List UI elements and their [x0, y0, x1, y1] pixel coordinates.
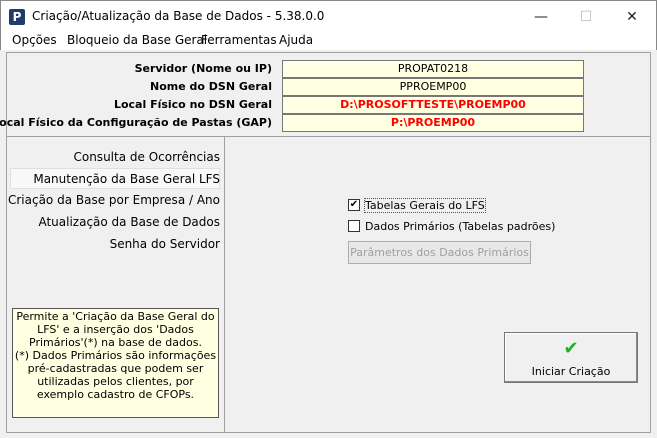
dsn-label: Nome do DSN Geral	[150, 80, 272, 93]
iniciar-criacao-label: Iniciar Criação	[531, 365, 611, 378]
server-field[interactable]: PROPAT0218	[282, 60, 584, 78]
info-box: Permite a 'Criação da Base Geral do LFS'…	[12, 308, 219, 418]
parametros-dados-primarios-button[interactable]: Parâmetros dos Dados Primários	[348, 241, 531, 264]
nav-senha-servidor[interactable]: Senha do Servidor	[110, 237, 220, 251]
tabelas-gerais-checkbox[interactable]: ✔	[348, 199, 360, 211]
menu-opcoes[interactable]: Opções	[12, 33, 57, 47]
nav-atualizacao-base[interactable]: Atualização da Base de Dados	[38, 215, 220, 229]
gap-path-label: Local Físico da Configuração de Pastas (…	[0, 116, 272, 129]
dsn-path-field[interactable]: D:\PROSOFTTESTE\PROEMP00	[282, 96, 584, 114]
server-label: Servidor (Nome ou IP)	[134, 62, 272, 75]
menu-bar: Opções Bloqueio da Base Geral Ferramenta…	[0, 31, 657, 50]
maximize-button[interactable]: ☐	[566, 5, 606, 29]
checkmark-icon: ✔	[563, 338, 579, 359]
app-icon: P	[9, 9, 25, 25]
divider	[6, 136, 651, 137]
minimize-button[interactable]: —	[521, 5, 561, 29]
divider	[224, 137, 225, 433]
title-bar: P Criação/Atualização da Base de Dados -…	[0, 0, 657, 31]
nav-criacao-base-empresa[interactable]: Criação da Base por Empresa / Ano	[8, 193, 220, 207]
menu-ferramentas[interactable]: Ferramentas	[201, 33, 277, 47]
menu-ajuda[interactable]: Ajuda	[279, 33, 313, 47]
tabelas-gerais-label[interactable]: Tabelas Gerais do LFS	[364, 198, 486, 213]
nav-consulta-ocorrencias[interactable]: Consulta de Ocorrências	[73, 150, 220, 164]
gap-path-field[interactable]: P:\PROEMP00	[282, 114, 584, 132]
close-button[interactable]: ✕	[612, 5, 652, 29]
dados-primarios-checkbox[interactable]	[348, 220, 360, 232]
info-text: Permite a 'Criação da Base Geral do LFS'…	[16, 310, 215, 349]
nav-manutencao-base-geral[interactable]: Manutenção da Base Geral LFS	[33, 172, 220, 186]
window-title: Criação/Atualização da Base de Dados - 5…	[32, 9, 325, 23]
dsn-path-label: Local Físico no DSN Geral	[113, 98, 272, 111]
info-note: (*) Dados Primários são informações pré-…	[14, 349, 217, 401]
dsn-field[interactable]: PPROEMP00	[282, 78, 584, 96]
menu-bloqueio[interactable]: Bloqueio da Base Geral	[67, 33, 207, 47]
check-icon: ✔	[349, 199, 359, 210]
iniciar-criacao-button[interactable]: ✔ Iniciar Criação	[504, 332, 638, 383]
dados-primarios-label[interactable]: Dados Primários (Tabelas padrões)	[365, 220, 555, 233]
